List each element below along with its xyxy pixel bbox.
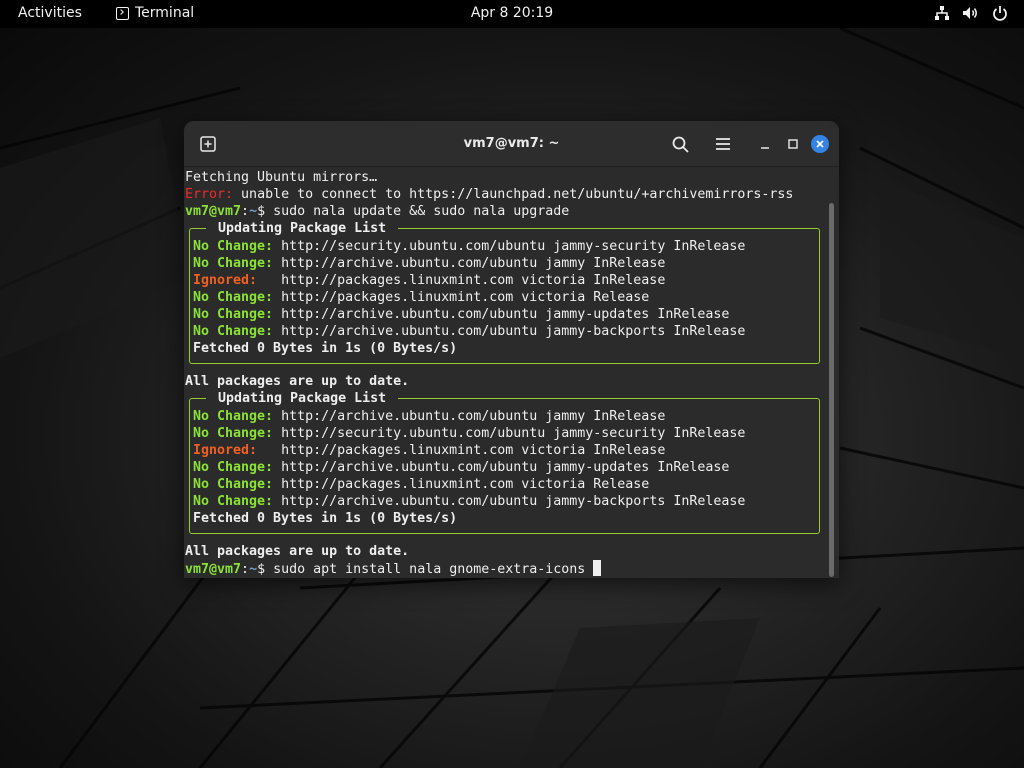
window-title: vm7@vm7: ~: [463, 136, 560, 151]
network-icon[interactable]: [934, 5, 950, 21]
close-icon: [816, 140, 824, 148]
scrollbar[interactable]: [829, 203, 834, 577]
table-row: No Change: http://archive.ubuntu.com/ubu…: [193, 324, 746, 339]
table-row: No Change: http://packages.linuxmint.com…: [193, 477, 650, 492]
table-row: No Change: http://archive.ubuntu.com/ubu…: [193, 307, 730, 322]
fetch-summary: Fetched 0 Bytes in 1s (0 Bytes/s): [193, 341, 458, 356]
update-panel: Updating Package List No Change: http://…: [189, 390, 820, 534]
minimize-icon: [761, 147, 769, 149]
terminal-line: Fetching Ubuntu mirrors…: [185, 170, 378, 185]
terminal-output[interactable]: Fetching Ubuntu mirrors… Error: unable t…: [184, 167, 839, 578]
fetch-summary: Fetched 0 Bytes in 1s (0 Bytes/s): [193, 511, 458, 526]
text-cursor: [593, 560, 602, 576]
window-title-area: vm7@vm7: ~: [184, 136, 839, 151]
table-row: Ignored: http://packages.linuxmint.com v…: [193, 443, 666, 458]
table-row: No Change: http://security.ubuntu.com/ub…: [193, 426, 746, 441]
table-row: Ignored: http://packages.linuxmint.com v…: [193, 273, 666, 288]
update-panel: Updating Package List No Change: http://…: [189, 220, 820, 364]
app-name-label: Terminal: [135, 5, 195, 21]
table-row: No Change: http://archive.ubuntu.com/ubu…: [193, 494, 746, 509]
new-tab-icon: [200, 136, 216, 152]
terminal-window[interactable]: vm7@vm7: ~ Fetching Ubuntu mirrors… Erro…: [184, 121, 839, 578]
terminal-app-icon: [116, 6, 129, 20]
search-icon: [672, 136, 689, 153]
menu-button[interactable]: [711, 132, 735, 156]
clock-button[interactable]: Apr 8 20:19: [471, 5, 553, 21]
new-tab-button[interactable]: [196, 132, 220, 156]
app-menu-terminal[interactable]: Terminal: [116, 5, 194, 21]
table-row: No Change: http://archive.ubuntu.com/ubu…: [193, 256, 666, 271]
activities-button[interactable]: Activities: [18, 5, 82, 21]
command-text: sudo nala update && sudo nala upgrade: [273, 204, 570, 219]
table-row: No Change: http://packages.linuxmint.com…: [193, 290, 650, 305]
terminal-line-error: Error: unable to connect to https://laun…: [185, 187, 794, 202]
window-titlebar[interactable]: vm7@vm7: ~: [184, 121, 839, 167]
power-icon[interactable]: [992, 5, 1008, 21]
error-label: Error:: [185, 187, 234, 202]
hamburger-menu-icon: [716, 138, 730, 150]
maximize-icon: [788, 139, 798, 149]
table-row: No Change: http://security.ubuntu.com/ub…: [193, 239, 746, 254]
system-tray[interactable]: [934, 5, 1008, 21]
status-line: All packages are up to date.: [185, 544, 410, 559]
top-bar: Activities Terminal Apr 8 20:19: [0, 0, 1024, 28]
search-button[interactable]: [668, 132, 692, 156]
minimize-button[interactable]: [753, 132, 777, 156]
terminal-line-prompt: vm7@vm7:~$ sudo apt install nala gnome-e…: [185, 560, 602, 577]
maximize-button[interactable]: [781, 132, 805, 156]
command-input-text[interactable]: sudo apt install nala gnome-extra-icons: [273, 562, 593, 577]
volume-icon[interactable]: [962, 5, 980, 21]
terminal-line-prompt: vm7@vm7:~$ sudo nala update && sudo nala…: [185, 204, 570, 219]
close-button[interactable]: [811, 135, 829, 153]
status-line: All packages are up to date.: [185, 374, 410, 389]
table-row: No Change: http://archive.ubuntu.com/ubu…: [193, 460, 730, 475]
table-row: No Change: http://archive.ubuntu.com/ubu…: [193, 409, 666, 424]
panel-title: Updating Package List: [206, 220, 399, 237]
panel-title: Updating Package List: [206, 390, 399, 407]
